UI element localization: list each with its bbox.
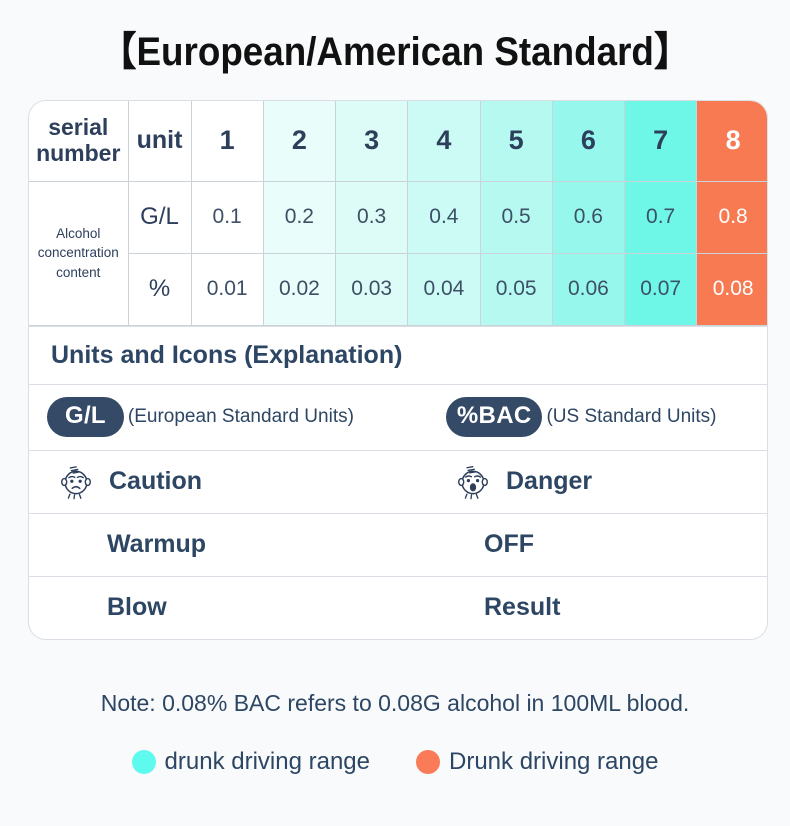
- worried-face-icon: [61, 465, 91, 499]
- blow-row: Blow Result: [29, 575, 767, 639]
- header-serial-line1: serial: [48, 114, 109, 140]
- cell-gl-8: 0.8: [696, 180, 767, 254]
- page-root: 【European/American Standard】 serial numb…: [0, 0, 790, 826]
- table-row-gl: Alcohol concentration content G/L 0.1 0.…: [29, 180, 767, 326]
- caution-cell: Caution: [29, 463, 398, 501]
- caution-label: Caution: [109, 467, 203, 495]
- row-gl-unit: G/L: [127, 180, 192, 254]
- cell-gl-5: 0.5: [479, 180, 553, 254]
- warmup-value: OFF: [484, 530, 534, 558]
- header-serial-number: serial number: [29, 101, 129, 182]
- cell-gl-3: 0.3: [334, 180, 409, 254]
- header-col-3: 3: [334, 101, 409, 182]
- page-title-container: 【European/American Standard】: [0, 0, 790, 96]
- row-group-line1: Alcohol: [56, 225, 101, 241]
- unit-item-bac: %BAC (US Standard Units): [445, 397, 717, 437]
- header-col-8: 8: [696, 101, 767, 182]
- cell-pct-5: 0.05: [479, 252, 553, 326]
- blow-left-cell: Blow: [29, 593, 398, 622]
- cell-gl-7: 0.7: [623, 180, 698, 254]
- table-header-row: serial number unit 1 2 3 4 5 6 7 8: [29, 101, 767, 182]
- warmup-row: Warmup OFF: [29, 512, 767, 576]
- header-col-7: 7: [623, 101, 698, 182]
- alcohol-concentration-table: serial number unit 1 2 3 4 5 6 7 8 Alcoh…: [29, 101, 767, 326]
- row-percent-unit: %: [127, 252, 192, 326]
- blow-value: Result: [484, 593, 561, 621]
- cell-pct-7: 0.07: [623, 252, 698, 326]
- cell-pct-3: 0.03: [334, 252, 409, 326]
- legend: drunk driving range Drunk driving range: [0, 748, 790, 776]
- warmup-left-cell: Warmup: [29, 530, 398, 559]
- cell-gl-2: 0.2: [262, 180, 337, 254]
- legend-label-cyan: drunk driving range: [164, 748, 370, 775]
- header-col-6: 6: [551, 101, 626, 182]
- header-col-2: 2: [262, 101, 337, 182]
- header-col-4: 4: [407, 101, 481, 182]
- cell-pct-2: 0.02: [262, 252, 337, 326]
- header-col-1: 1: [190, 101, 264, 182]
- gl-badge-note: (European Standard Units): [127, 406, 354, 427]
- footer-note: Note: 0.08% BAC refers to 0.08G alcohol …: [100, 690, 690, 716]
- blow-label: Blow: [107, 593, 167, 621]
- header-unit: unit: [127, 101, 192, 182]
- row-group-line3: content: [56, 264, 101, 280]
- blow-right-cell: Result: [398, 593, 767, 622]
- warmup-right-cell: OFF: [398, 530, 767, 559]
- warmup-label: Warmup: [107, 530, 207, 558]
- header-serial-line2: number: [36, 139, 121, 166]
- cell-pct-6: 0.06: [551, 252, 626, 326]
- info-card: serial number unit 1 2 3 4 5 6 7 8 Alcoh…: [28, 100, 768, 640]
- danger-cell: Danger: [398, 463, 767, 501]
- units-legend-row: G/L (European Standard Units) %BAC (US S…: [29, 383, 767, 450]
- legend-dot-cyan: [131, 750, 156, 774]
- cell-pct-8: 0.08: [696, 252, 767, 326]
- table-row-percent: % 0.01 0.02 0.03 0.04 0.05 0.06 0.07 0.0…: [29, 252, 767, 326]
- danger-label: Danger: [506, 467, 593, 495]
- explanation-section-title: Units and Icons (Explanation): [29, 325, 767, 384]
- page-title: 【European/American Standard】: [99, 30, 691, 74]
- status-icons-row: Caution Danger: [29, 449, 767, 513]
- unit-item-gl: G/L (European Standard Units): [47, 397, 354, 437]
- row-group-line2: concentration: [37, 245, 119, 261]
- legend-dot-orange: [416, 750, 440, 774]
- legend-item-drunk-driving: drunk driving range: [131, 748, 370, 776]
- cell-gl-1: 0.1: [190, 180, 264, 254]
- bac-badge: %BAC: [445, 397, 543, 437]
- cell-pct-1: 0.01: [190, 252, 264, 326]
- legend-item-drunk-driving-severe: Drunk driving range: [416, 748, 658, 776]
- cell-gl-4: 0.4: [407, 180, 481, 254]
- cell-pct-4: 0.04: [407, 252, 481, 326]
- shocked-face-icon: [458, 465, 488, 499]
- gl-badge: G/L: [47, 397, 124, 437]
- bac-badge-note: (US Standard Units): [546, 406, 717, 427]
- row-group-label-alcohol-concentration: Alcohol concentration content: [29, 180, 129, 326]
- legend-label-orange: Drunk driving range: [449, 748, 659, 775]
- cell-gl-6: 0.6: [551, 180, 626, 254]
- header-col-5: 5: [479, 101, 553, 182]
